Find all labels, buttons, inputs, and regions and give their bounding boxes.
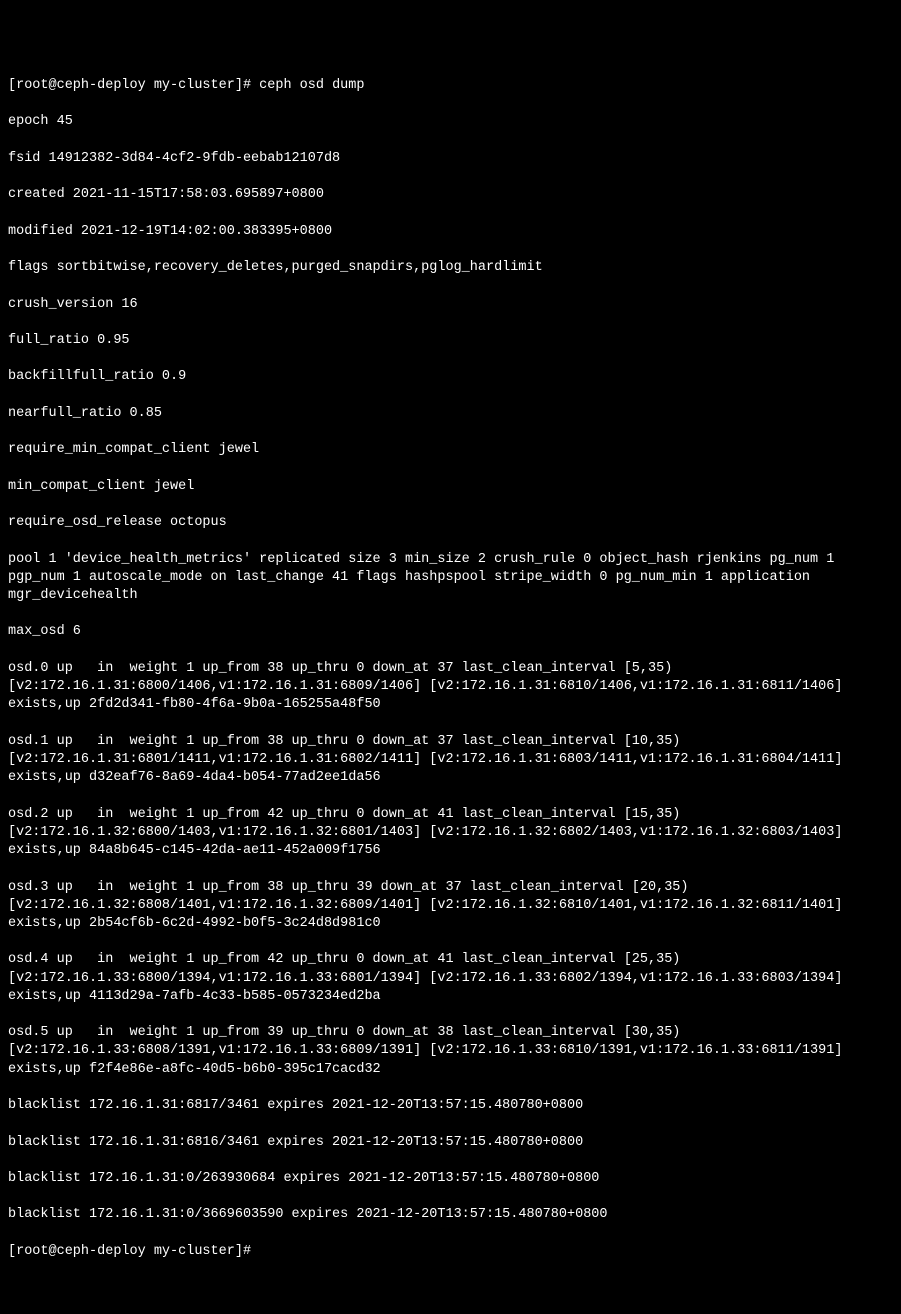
output-osd5: osd.5 up in weight 1 up_from 39 up_thru …	[8, 1024, 893, 1079]
output-flags: flags sortbitwise,recovery_deletes,purge…	[8, 259, 893, 277]
output-osd2: osd.2 up in weight 1 up_from 42 up_thru …	[8, 806, 893, 861]
output-osd3: osd.3 up in weight 1 up_from 38 up_thru …	[8, 879, 893, 934]
output-max-osd: max_osd 6	[8, 623, 893, 641]
output-nearfull-ratio: nearfull_ratio 0.85	[8, 405, 893, 423]
shell-prompt-idle: [root@ceph-deploy my-cluster]#	[8, 1244, 251, 1259]
output-pool: pool 1 'device_health_metrics' replicate…	[8, 551, 893, 606]
output-blacklist3: blacklist 172.16.1.31:0/263930684 expire…	[8, 1170, 893, 1188]
output-blacklist2: blacklist 172.16.1.31:6816/3461 expires …	[8, 1134, 893, 1152]
shell-prompt: [root@ceph-deploy my-cluster]#	[8, 78, 259, 93]
output-osd1: osd.1 up in weight 1 up_from 38 up_thru …	[8, 733, 893, 788]
output-osd0: osd.0 up in weight 1 up_from 38 up_thru …	[8, 660, 893, 715]
output-fsid: fsid 14912382-3d84-4cf2-9fdb-eebab12107d…	[8, 150, 893, 168]
command-text: ceph osd dump	[259, 78, 364, 93]
output-osd4: osd.4 up in weight 1 up_from 42 up_thru …	[8, 951, 893, 1006]
output-epoch: epoch 45	[8, 113, 893, 131]
output-backfillfull-ratio: backfillfull_ratio 0.9	[8, 368, 893, 386]
output-crush-version: crush_version 16	[8, 296, 893, 314]
output-full-ratio: full_ratio 0.95	[8, 332, 893, 350]
output-require-min-compat-client: require_min_compat_client jewel	[8, 441, 893, 459]
output-modified: modified 2021-12-19T14:02:00.383395+0800	[8, 223, 893, 241]
terminal-output[interactable]: [root@ceph-deploy my-cluster]# ceph osd …	[8, 77, 893, 1261]
output-min-compat-client: min_compat_client jewel	[8, 478, 893, 496]
output-blacklist4: blacklist 172.16.1.31:0/3669603590 expir…	[8, 1206, 893, 1224]
output-require-osd-release: require_osd_release octopus	[8, 514, 893, 532]
output-blacklist1: blacklist 172.16.1.31:6817/3461 expires …	[8, 1097, 893, 1115]
output-created: created 2021-11-15T17:58:03.695897+0800	[8, 186, 893, 204]
